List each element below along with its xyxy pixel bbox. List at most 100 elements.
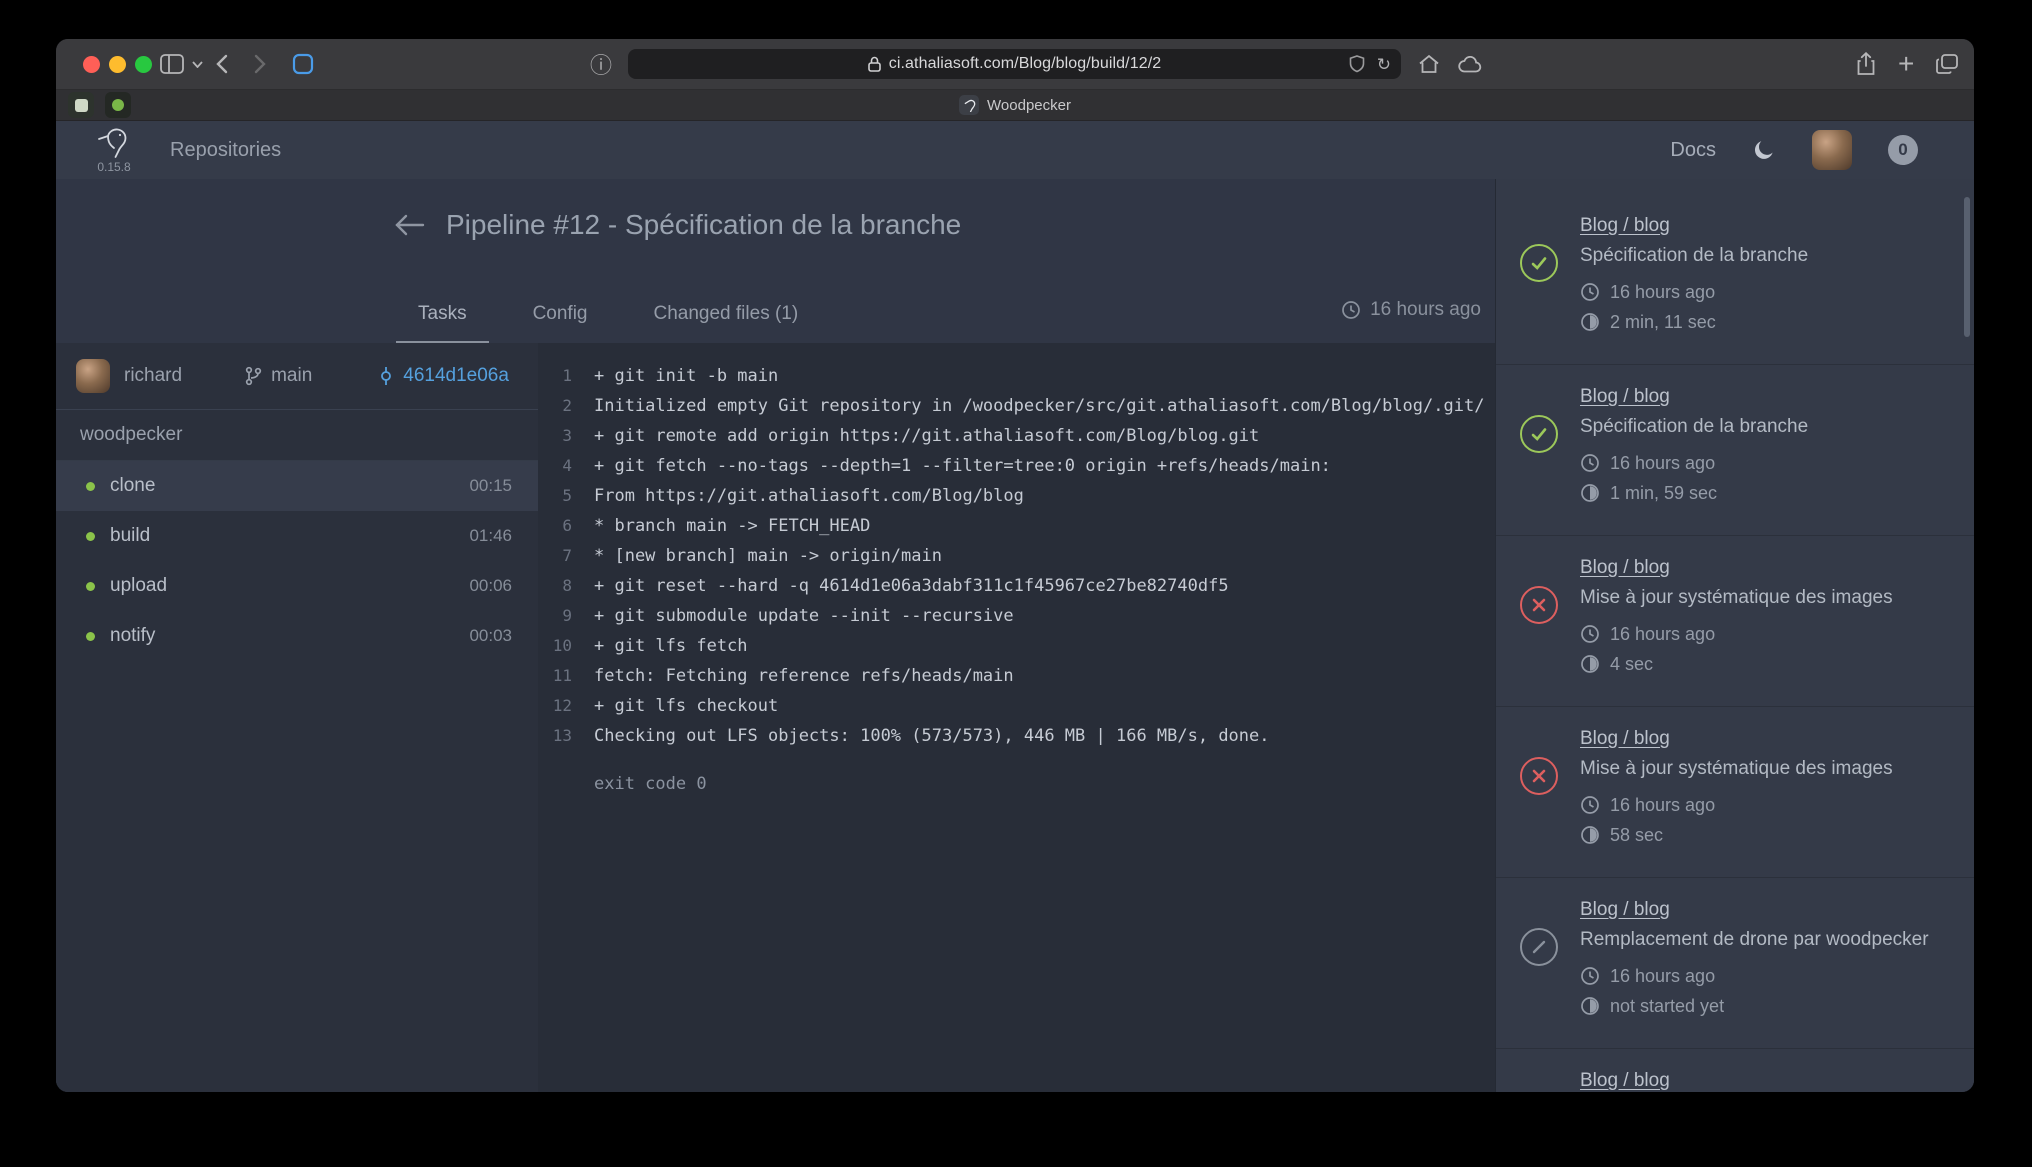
- author-avatar: [76, 359, 110, 393]
- build-repo-link[interactable]: Blog / blog: [1580, 727, 1956, 751]
- task-row[interactable]: clone 00:15: [56, 461, 538, 511]
- log-line-number: 11: [538, 661, 572, 691]
- new-tab-icon[interactable]: +: [1898, 39, 1914, 89]
- commit-meta-row: richard main 4614d1e06a: [56, 343, 538, 410]
- user-avatar[interactable]: [1812, 130, 1852, 170]
- pipeline-tab[interactable]: Changed files (1): [632, 303, 821, 343]
- log-line: 2 Initialized empty Git repository in /w…: [538, 391, 1495, 421]
- check-icon: [1529, 253, 1549, 273]
- log-lines: 1 + git init -b main 2 Initialized empty…: [538, 361, 1495, 751]
- build-time: 16 hours ago: [1580, 964, 1956, 988]
- build-repo-link[interactable]: Blog / blog: [1580, 385, 1956, 409]
- notification-badge[interactable]: 0: [1888, 135, 1918, 165]
- log-line-number: 9: [538, 601, 572, 631]
- duration-icon: [1580, 312, 1600, 332]
- pipeline-time-ago: 16 hours ago: [1341, 299, 1481, 321]
- back-button[interactable]: [216, 39, 228, 89]
- forward-button[interactable]: [254, 39, 266, 89]
- log-line: 10 + git lfs fetch: [538, 631, 1495, 661]
- log-line: 4 + git fetch --no-tags --depth=1 --filt…: [538, 451, 1495, 481]
- build-item[interactable]: Blog / blog Remplacement de drone par wo…: [1496, 878, 1974, 1049]
- nav-docs-link[interactable]: Docs: [1670, 139, 1716, 162]
- build-repo-link[interactable]: Blog / blog: [1580, 1069, 1956, 1092]
- build-item[interactable]: Blog / blog Mise à jour systématique des…: [1496, 707, 1974, 878]
- nav-repositories-link[interactable]: Repositories: [170, 139, 281, 162]
- build-status-icon: [1520, 757, 1558, 795]
- task-row[interactable]: notify 00:03: [56, 611, 538, 661]
- app-version: 0.15.8: [97, 160, 130, 174]
- task-status-dot: [86, 632, 95, 641]
- log-line-number: 10: [538, 631, 572, 661]
- task-row[interactable]: build 01:46: [56, 511, 538, 561]
- branch-label: main: [244, 365, 312, 387]
- build-duration: 4 sec: [1580, 652, 1956, 676]
- woodpecker-logo[interactable]: 0.15.8: [96, 127, 132, 174]
- tab-overview-icon[interactable]: [1936, 39, 1958, 89]
- dark-mode-toggle-moon-icon[interactable]: [1752, 138, 1776, 162]
- clock-icon: [1580, 453, 1600, 473]
- browser-window: ⓘ ci.athaliasoft.com/Blog/blog/build/12/…: [56, 39, 1974, 1092]
- clock-icon: [1580, 282, 1600, 302]
- log-line-number: 13: [538, 721, 572, 751]
- pipeline-tabs: Tasks Config Changed files (1): [396, 303, 820, 343]
- build-item[interactable]: Blog / blog: [1496, 1049, 1974, 1092]
- task-status-dot: [86, 482, 95, 491]
- build-message: Remplacement de drone par woodpecker: [1580, 928, 1956, 952]
- build-duration: 2 min, 11 sec: [1580, 310, 1956, 334]
- log-line: 7 * [new branch] main -> origin/main: [538, 541, 1495, 571]
- zoom-window-button[interactable]: [135, 56, 152, 73]
- log-line-text: + git fetch --no-tags --depth=1 --filter…: [572, 451, 1495, 481]
- log-line-number: 3: [538, 421, 572, 451]
- build-message: Spécification de la branche: [1580, 244, 1956, 268]
- log-line: 3 + git remote add origin https://git.at…: [538, 421, 1495, 451]
- tab-strip: Woodpecker: [56, 90, 1974, 121]
- build-repo-link[interactable]: Blog / blog: [1580, 556, 1956, 580]
- log-line: 1 + git init -b main: [538, 361, 1495, 391]
- exit-code: exit code 0: [538, 769, 1495, 799]
- duration-icon: [1580, 825, 1600, 845]
- pipeline-tab[interactable]: Config: [511, 303, 610, 343]
- sidebar-toggle-icon[interactable]: [160, 39, 184, 89]
- log-line-text: + git init -b main: [572, 361, 1495, 391]
- task-status-dot: [86, 582, 95, 591]
- bookmark-app-icon[interactable]: [292, 39, 314, 89]
- build-status-icon: [1520, 928, 1558, 966]
- build-item[interactable]: Blog / blog Mise à jour systématique des…: [1496, 536, 1974, 707]
- back-arrow-icon[interactable]: [394, 214, 426, 236]
- builds-sidebar: Blog / blog Spécification de la branche …: [1495, 179, 1974, 1092]
- commit-link[interactable]: 4614d1e06a: [378, 365, 509, 387]
- log-line-text: * branch main -> FETCH_HEAD: [572, 511, 1495, 541]
- sidebar-scrollbar[interactable]: [1964, 197, 1970, 337]
- log-line-text: + git lfs checkout: [572, 691, 1495, 721]
- log-line: 11 fetch: Fetching reference refs/heads/…: [538, 661, 1495, 691]
- home-icon[interactable]: [1418, 39, 1440, 89]
- chevron-down-icon[interactable]: [192, 39, 203, 89]
- build-repo-link[interactable]: Blog / blog: [1580, 214, 1956, 238]
- log-line-number: 1: [538, 361, 572, 391]
- task-row[interactable]: upload 00:06: [56, 561, 538, 611]
- task-status-dot: [86, 532, 95, 541]
- minimize-window-button[interactable]: [109, 56, 126, 73]
- share-icon[interactable]: [1856, 39, 1876, 89]
- pipeline-tab[interactable]: Tasks: [396, 303, 489, 343]
- log-panel: 1 + git init -b main 2 Initialized empty…: [538, 343, 1495, 1092]
- git-branch-icon: [244, 366, 262, 386]
- page-info-icon[interactable]: ⓘ: [590, 39, 612, 89]
- build-time: 16 hours ago: [1580, 793, 1956, 817]
- reload-icon[interactable]: ↻: [1377, 56, 1391, 73]
- extension-icon[interactable]: [1349, 55, 1365, 73]
- log-line: 9 + git submodule update --init --recurs…: [538, 601, 1495, 631]
- log-line-number: 5: [538, 481, 572, 511]
- active-tab[interactable]: Woodpecker: [56, 90, 1974, 120]
- log-line-number: 6: [538, 511, 572, 541]
- log-line-text: + git reset --hard -q 4614d1e06a3dabf311…: [572, 571, 1495, 601]
- build-item[interactable]: Blog / blog Spécification de la branche …: [1496, 365, 1974, 536]
- build-repo-link[interactable]: Blog / blog: [1580, 898, 1956, 922]
- clock-icon: [1580, 966, 1600, 986]
- address-bar[interactable]: ci.athaliasoft.com/Blog/blog/build/12/2 …: [628, 49, 1401, 79]
- icloud-tabs-icon[interactable]: [1458, 39, 1482, 89]
- build-item[interactable]: Blog / blog Spécification de la branche …: [1496, 194, 1974, 365]
- tab-favicon-woodpecker-icon: [959, 95, 979, 115]
- build-status-icon: [1520, 244, 1558, 282]
- close-window-button[interactable]: [83, 56, 100, 73]
